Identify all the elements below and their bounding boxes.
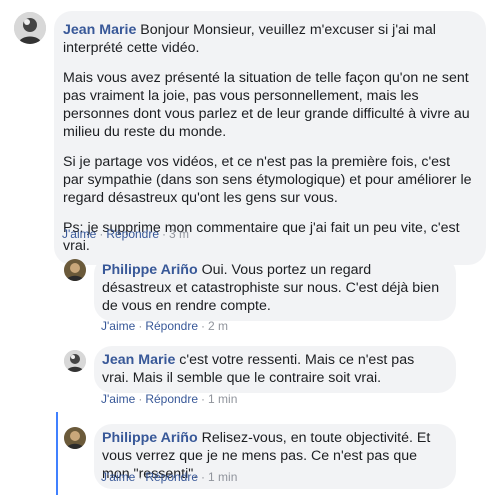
like-link[interactable]: J'aime [101,392,135,406]
comment-actions: J'aime · Répondre · 1 min [101,470,237,484]
comment-time[interactable]: 2 m [208,319,228,333]
comment-author[interactable]: Jean Marie [63,22,136,38]
like-link[interactable]: J'aime [101,470,135,484]
reply-link[interactable]: Répondre [106,227,159,241]
avatar-image [64,427,86,449]
avatar-philippe-arino[interactable] [64,259,86,281]
avatar-philippe-arino[interactable] [64,427,86,449]
comment-paragraph: Jean Marie Bonjour Monsieur, veuillez m'… [63,21,474,57]
separator-dot: · [99,227,104,241]
avatar-jean-marie[interactable] [64,350,86,372]
separator-dot: · [201,392,206,406]
avatar-jean-marie[interactable] [14,12,46,44]
separator-dot: · [138,392,143,406]
reply-link[interactable]: Répondre [145,319,198,333]
like-link[interactable]: J'aime [101,319,135,333]
highlight-bar [56,412,58,495]
avatar-image [64,350,86,372]
comment-paragraph: Mais vous avez présenté la situation de … [63,70,470,140]
reply-link[interactable]: Répondre [145,470,198,484]
separator-dot: · [138,470,143,484]
reply-bubble: Philippe Ariño Oui. Vous portez un regar… [94,256,456,321]
comment-author[interactable]: Philippe Ariño [102,262,198,278]
comment-author[interactable]: Jean Marie [102,352,175,368]
comment-author[interactable]: Philippe Ariño [102,430,198,446]
separator-dot: · [138,319,143,333]
comment-time[interactable]: 1 min [208,392,237,406]
separator-dot: · [201,319,206,333]
reply-link[interactable]: Répondre [145,392,198,406]
comment-actions: J'aime · Répondre · 2 m [101,319,228,333]
like-link[interactable]: J'aime [62,227,96,241]
separator-dot: · [162,227,167,241]
reply-bubble: Jean Marie c'est votre ressenti. Mais ce… [94,346,456,393]
comment-time[interactable]: 1 min [208,470,237,484]
comment-actions: J'aime · Répondre · 3 m [62,227,189,241]
avatar-image [14,12,46,44]
comment-paragraph: Si je partage vos vidéos, et ce n'est pa… [63,154,472,206]
avatar-image [64,259,86,281]
comment-actions: J'aime · Répondre · 1 min [101,392,237,406]
comment-time[interactable]: 3 m [169,227,189,241]
separator-dot: · [201,470,206,484]
comment-thread: Jean Marie Bonjour Monsieur, veuillez m'… [0,0,499,495]
